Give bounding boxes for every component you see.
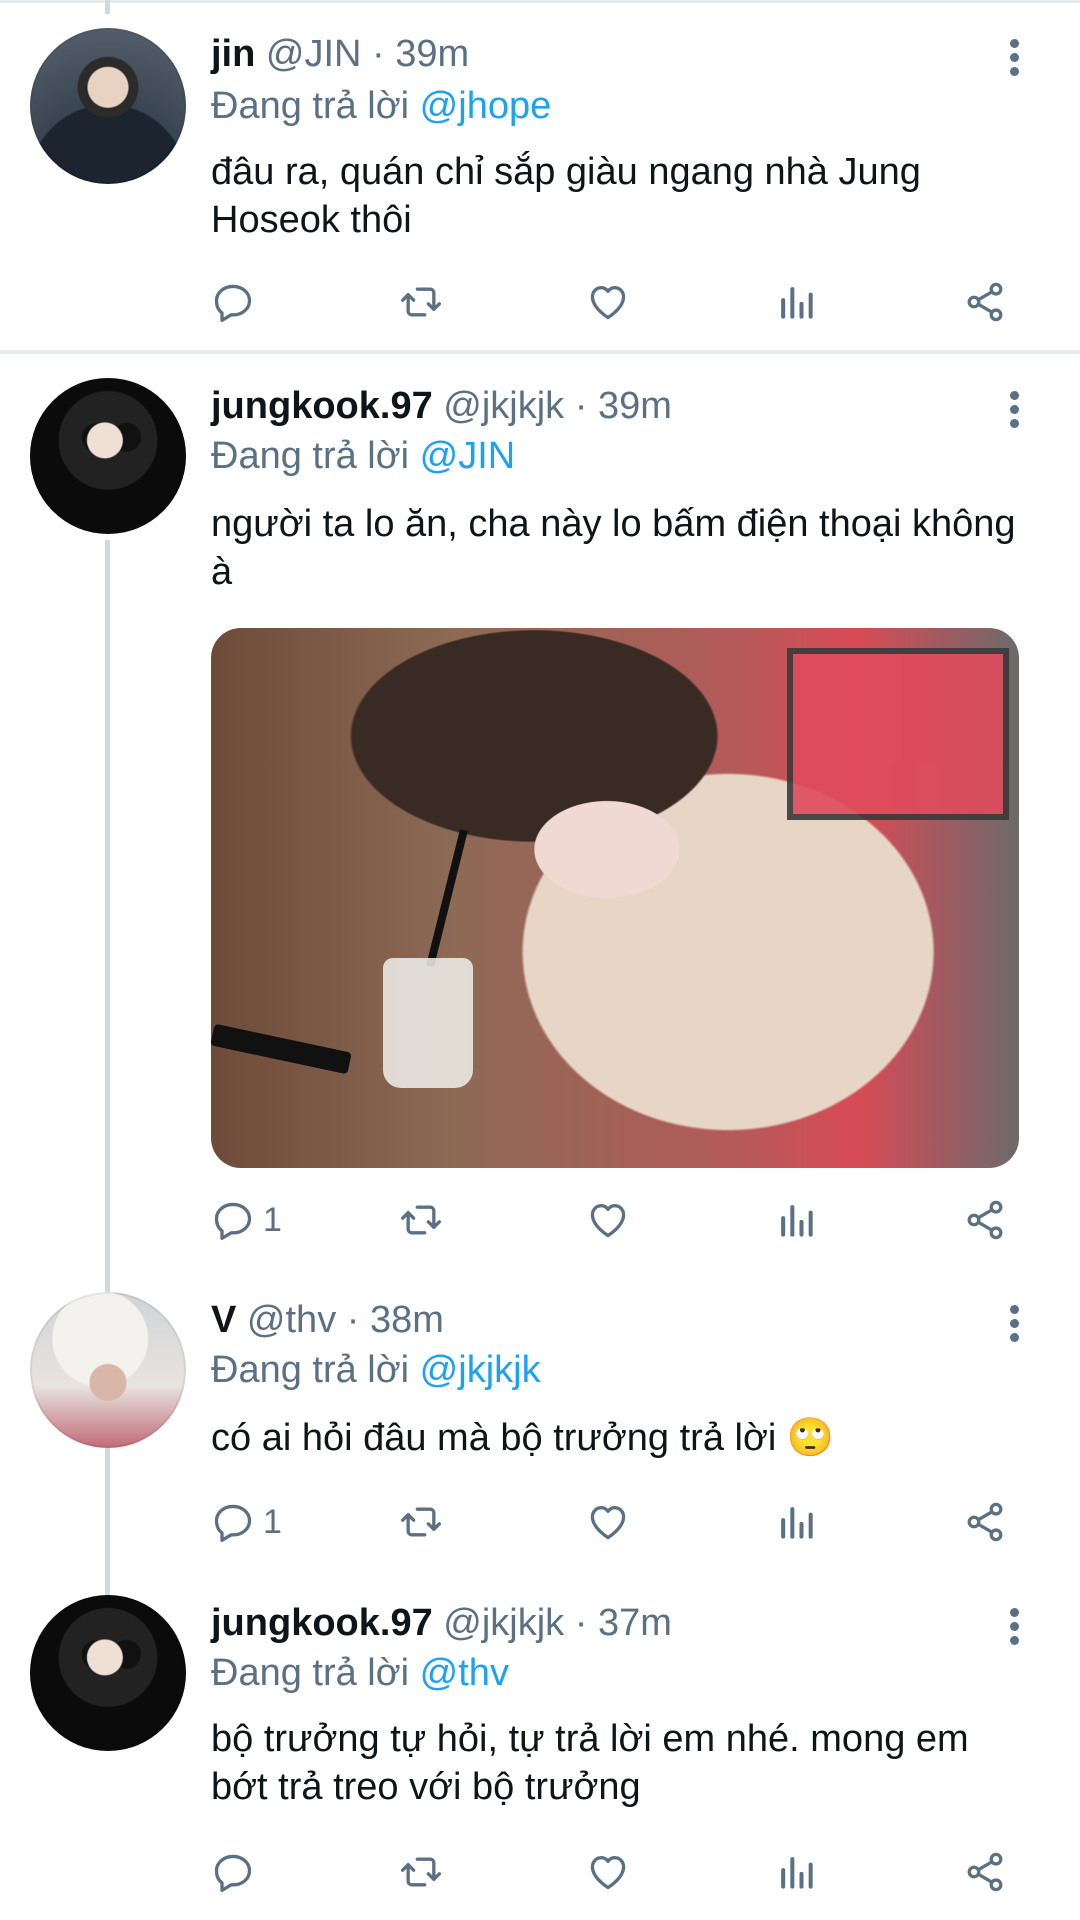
share-button[interactable] xyxy=(963,1847,1007,1897)
tweet-text: có ai hỏi đâu mà bộ trưởng trả lời 🙄 xyxy=(211,1417,835,1459)
like-button[interactable] xyxy=(586,1847,630,1897)
reply-button[interactable]: 1 xyxy=(211,1195,282,1245)
mention-link[interactable]: @JIN xyxy=(420,435,516,477)
share-icon xyxy=(967,1852,1003,1892)
like-button[interactable] xyxy=(586,1497,630,1547)
analytics-button[interactable] xyxy=(774,1847,818,1897)
reply-context: Đang trả lời @thv xyxy=(211,1651,509,1695)
more-icon[interactable] xyxy=(1004,388,1024,432)
share-icon xyxy=(967,282,1003,322)
retweet-button[interactable] xyxy=(399,1847,443,1897)
tweet-actions xyxy=(211,1847,1031,1897)
thread-line xyxy=(105,0,110,14)
analytics-icon xyxy=(781,1205,813,1237)
avatar[interactable] xyxy=(30,1595,186,1751)
tweet-header: jungkook.97 @jkjkjk · 37m xyxy=(211,1601,672,1645)
tweet-text: đâu ra, quán chỉ sắp giàu ngang nhà Jung… xyxy=(211,151,921,241)
handle-time: @jkjkjk · 39m xyxy=(443,385,672,427)
reply-prefix: Đang trả lời xyxy=(211,1349,420,1391)
reply-prefix: Đang trả lời xyxy=(211,435,420,477)
handle-time: @thv · 38m xyxy=(246,1299,444,1341)
tweet-divider xyxy=(0,350,1080,354)
tweet-header: jin @JIN · 39m xyxy=(211,32,469,76)
tweet-actions xyxy=(211,277,1031,327)
tweet-header: jungkook.97 @jkjkjk · 39m xyxy=(211,384,672,428)
reply-count: 1 xyxy=(263,1502,282,1541)
handle-time: @jkjkjk · 37m xyxy=(443,1602,672,1644)
like-icon xyxy=(590,1506,626,1540)
mention-link[interactable]: @jkjkjk xyxy=(420,1349,541,1391)
reply-button[interactable]: 1 xyxy=(211,1497,282,1547)
reply-icon xyxy=(214,1854,252,1892)
photo-cup xyxy=(383,958,473,1088)
analytics-icon xyxy=(781,1857,813,1889)
like-icon xyxy=(590,1856,626,1890)
analytics-button[interactable] xyxy=(774,277,818,327)
analytics-icon xyxy=(781,1507,813,1539)
like-button[interactable] xyxy=(586,277,630,327)
mention-link[interactable]: @thv xyxy=(420,1652,509,1694)
reply-button[interactable] xyxy=(211,1847,263,1897)
retweet-icon xyxy=(401,1857,441,1887)
share-button[interactable] xyxy=(963,277,1007,327)
like-icon xyxy=(590,1204,626,1238)
reply-prefix: Đang trả lời xyxy=(211,1652,420,1694)
reply-context: Đang trả lời @JIN xyxy=(211,434,515,478)
tweet-text: người ta lo ăn, cha này lo bấm điện thoạ… xyxy=(211,503,1016,593)
reply-prefix: Đang trả lời xyxy=(211,85,420,127)
avatar[interactable] xyxy=(30,378,186,534)
reply-icon xyxy=(214,1504,252,1542)
more-icon[interactable] xyxy=(1004,36,1024,80)
reply-icon xyxy=(214,1202,252,1240)
reply-context: Đang trả lời @jhope xyxy=(211,84,551,128)
analytics-icon xyxy=(781,287,813,319)
analytics-button[interactable] xyxy=(774,1195,818,1245)
like-button[interactable] xyxy=(586,1195,630,1245)
display-name[interactable]: V xyxy=(211,1299,236,1341)
share-icon xyxy=(967,1200,1003,1240)
share-icon xyxy=(967,1502,1003,1542)
tweet-header: V @thv · 38m xyxy=(211,1298,444,1342)
like-icon xyxy=(590,286,626,320)
tweet-actions: 1 xyxy=(211,1497,1031,1547)
retweet-button[interactable] xyxy=(399,1497,443,1547)
share-button[interactable] xyxy=(963,1195,1007,1245)
photo-background xyxy=(787,648,1009,820)
tweet-actions: 1 xyxy=(211,1195,1031,1245)
display-name[interactable]: jin xyxy=(211,33,255,75)
handle-time: @JIN · 39m xyxy=(265,33,470,75)
display-name[interactable]: jungkook.97 xyxy=(211,385,433,427)
tweet-photo[interactable] xyxy=(211,628,1019,1168)
more-icon[interactable] xyxy=(1004,1302,1024,1346)
retweet-icon xyxy=(401,1507,441,1537)
display-name[interactable]: jungkook.97 xyxy=(211,1602,433,1644)
reply-button[interactable] xyxy=(211,277,263,327)
reply-icon xyxy=(214,284,252,322)
photo-phone xyxy=(211,1023,352,1075)
retweet-button[interactable] xyxy=(399,277,443,327)
photo-straw xyxy=(426,829,468,967)
share-button[interactable] xyxy=(963,1497,1007,1547)
analytics-button[interactable] xyxy=(774,1497,818,1547)
retweet-icon xyxy=(401,1205,441,1235)
avatar[interactable] xyxy=(30,28,186,184)
more-icon[interactable] xyxy=(1004,1605,1024,1649)
reply-count: 1 xyxy=(263,1200,282,1239)
mention-link[interactable]: @jhope xyxy=(420,85,552,127)
tweet-text: bộ trưởng tự hỏi, tự trả lời em nhé. mon… xyxy=(211,1718,969,1808)
avatar[interactable] xyxy=(30,1292,186,1448)
retweet-icon xyxy=(401,287,441,317)
top-divider xyxy=(0,0,1080,3)
retweet-button[interactable] xyxy=(399,1195,443,1245)
reply-context: Đang trả lời @jkjkjk xyxy=(211,1348,541,1392)
